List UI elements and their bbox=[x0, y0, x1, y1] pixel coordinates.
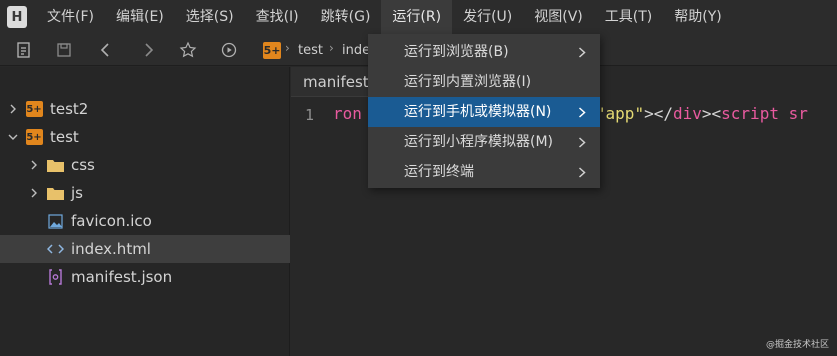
html-file-icon bbox=[46, 241, 64, 257]
uniapp-project-icon: 5+ bbox=[25, 101, 43, 117]
chevron-down-icon[interactable] bbox=[8, 132, 18, 142]
app-logo[interactable]: H bbox=[7, 6, 27, 28]
tree-item-css[interactable]: css bbox=[0, 151, 290, 179]
menu-item-label: 运行到内置浏览器(I) bbox=[404, 74, 532, 90]
watermark: @掘金技术社区 bbox=[765, 340, 829, 350]
menubar: H 文件(F) 编辑(E) 选择(S) 查找(I) 跳转(G) 运行(R) 发行… bbox=[0, 0, 837, 34]
back-icon[interactable] bbox=[96, 40, 116, 60]
menu-view[interactable]: 视图(V) bbox=[523, 0, 594, 34]
submenu-arrow-icon bbox=[578, 107, 586, 118]
run-to-phone-emulator-item[interactable]: 运行到手机或模拟器(N) bbox=[368, 97, 600, 127]
menu-goto[interactable]: 跳转(G) bbox=[310, 0, 382, 34]
code-token: script bbox=[721, 104, 779, 123]
submenu-arrow-icon bbox=[578, 137, 586, 148]
breadcrumb-file[interactable]: inde bbox=[342, 43, 370, 58]
menu-find[interactable]: 查找(I) bbox=[245, 0, 310, 34]
tree-item-index-html[interactable]: index.html bbox=[0, 235, 290, 263]
code-token: ron bbox=[333, 104, 362, 123]
code-token: sr bbox=[778, 104, 808, 123]
uniapp-project-icon: 5+ bbox=[25, 129, 43, 145]
line-number: 1 bbox=[305, 106, 315, 124]
menu-file[interactable]: 文件(F) bbox=[36, 0, 105, 34]
hbuilderx-window: H 文件(F) 编辑(E) 选择(S) 查找(I) 跳转(G) 运行(R) 发行… bbox=[0, 0, 837, 356]
tree-item-label: css bbox=[71, 156, 95, 174]
breadcrumb-separator-icon: › bbox=[329, 41, 334, 55]
tree-item-label: favicon.ico bbox=[71, 212, 152, 230]
tree-item-manifest[interactable]: manifest.json bbox=[0, 263, 290, 291]
tree-item-favicon[interactable]: favicon.ico bbox=[0, 207, 290, 235]
code-token: >< bbox=[701, 104, 722, 123]
breadcrumb-project-icon: 5+ bbox=[263, 42, 281, 59]
tree-item-label: manifest.json bbox=[71, 268, 173, 286]
menu-select[interactable]: 选择(S) bbox=[175, 0, 245, 34]
run-to-miniprogram-emulator-item[interactable]: 运行到小程序模拟器(M) bbox=[368, 127, 600, 157]
project-explorer: 5+ test2 5+ test css js favicon.ico inde… bbox=[0, 67, 290, 356]
tree-item-label: index.html bbox=[71, 240, 151, 258]
menu-publish[interactable]: 发行(U) bbox=[452, 0, 523, 34]
tree-item-label: js bbox=[71, 184, 83, 202]
chevron-right-icon[interactable] bbox=[8, 104, 18, 114]
chevron-right-icon[interactable] bbox=[29, 160, 39, 170]
menu-item-label: 运行到浏览器(B) bbox=[404, 44, 509, 60]
tree-item-test[interactable]: 5+ test bbox=[0, 123, 290, 151]
folder-icon bbox=[46, 157, 64, 173]
run-icon[interactable] bbox=[219, 40, 239, 60]
breadcrumb-project[interactable]: test bbox=[298, 43, 323, 58]
tree-item-test2[interactable]: 5+ test2 bbox=[0, 95, 290, 123]
code-token: div bbox=[672, 104, 702, 123]
menu-item-label: 运行到手机或模拟器(N) bbox=[404, 104, 552, 120]
menu-item-label: 运行到小程序模拟器(M) bbox=[404, 134, 554, 150]
run-to-terminal-item[interactable]: 运行到终端 bbox=[368, 157, 600, 187]
menu-tools[interactable]: 工具(T) bbox=[594, 0, 663, 34]
star-icon[interactable] bbox=[178, 40, 198, 60]
run-menu-dropdown: 运行到浏览器(B) 运行到内置浏览器(I) 运行到手机或模拟器(N) 运行到小程… bbox=[368, 34, 600, 188]
tree-item-js[interactable]: js bbox=[0, 179, 290, 207]
menu-help[interactable]: 帮助(Y) bbox=[663, 0, 732, 34]
tree-item-label: test2 bbox=[50, 100, 89, 118]
new-file-icon[interactable] bbox=[14, 40, 34, 60]
submenu-arrow-icon bbox=[578, 167, 586, 178]
breadcrumb-separator-icon: › bbox=[285, 41, 290, 55]
forward-icon[interactable] bbox=[138, 40, 158, 60]
menu-items: 文件(F) 编辑(E) 选择(S) 查找(I) 跳转(G) 运行(R) 发行(U… bbox=[36, 0, 733, 34]
code-token: "app" bbox=[595, 104, 645, 123]
folder-icon bbox=[46, 185, 64, 201]
tree-item-label: test bbox=[50, 128, 79, 146]
chevron-right-icon[interactable] bbox=[29, 188, 39, 198]
menu-run[interactable]: 运行(R) bbox=[381, 0, 453, 34]
run-to-browser-item[interactable]: 运行到浏览器(B) bbox=[368, 37, 600, 67]
run-to-builtin-browser-item[interactable]: 运行到内置浏览器(I) bbox=[368, 67, 600, 97]
save-icon[interactable] bbox=[54, 40, 74, 60]
submenu-arrow-icon bbox=[578, 47, 586, 58]
menu-edit[interactable]: 编辑(E) bbox=[105, 0, 175, 34]
menu-item-label: 运行到终端 bbox=[404, 164, 474, 180]
code-token: ></ bbox=[644, 104, 673, 123]
json-file-icon bbox=[46, 269, 64, 285]
image-file-icon bbox=[46, 213, 64, 229]
